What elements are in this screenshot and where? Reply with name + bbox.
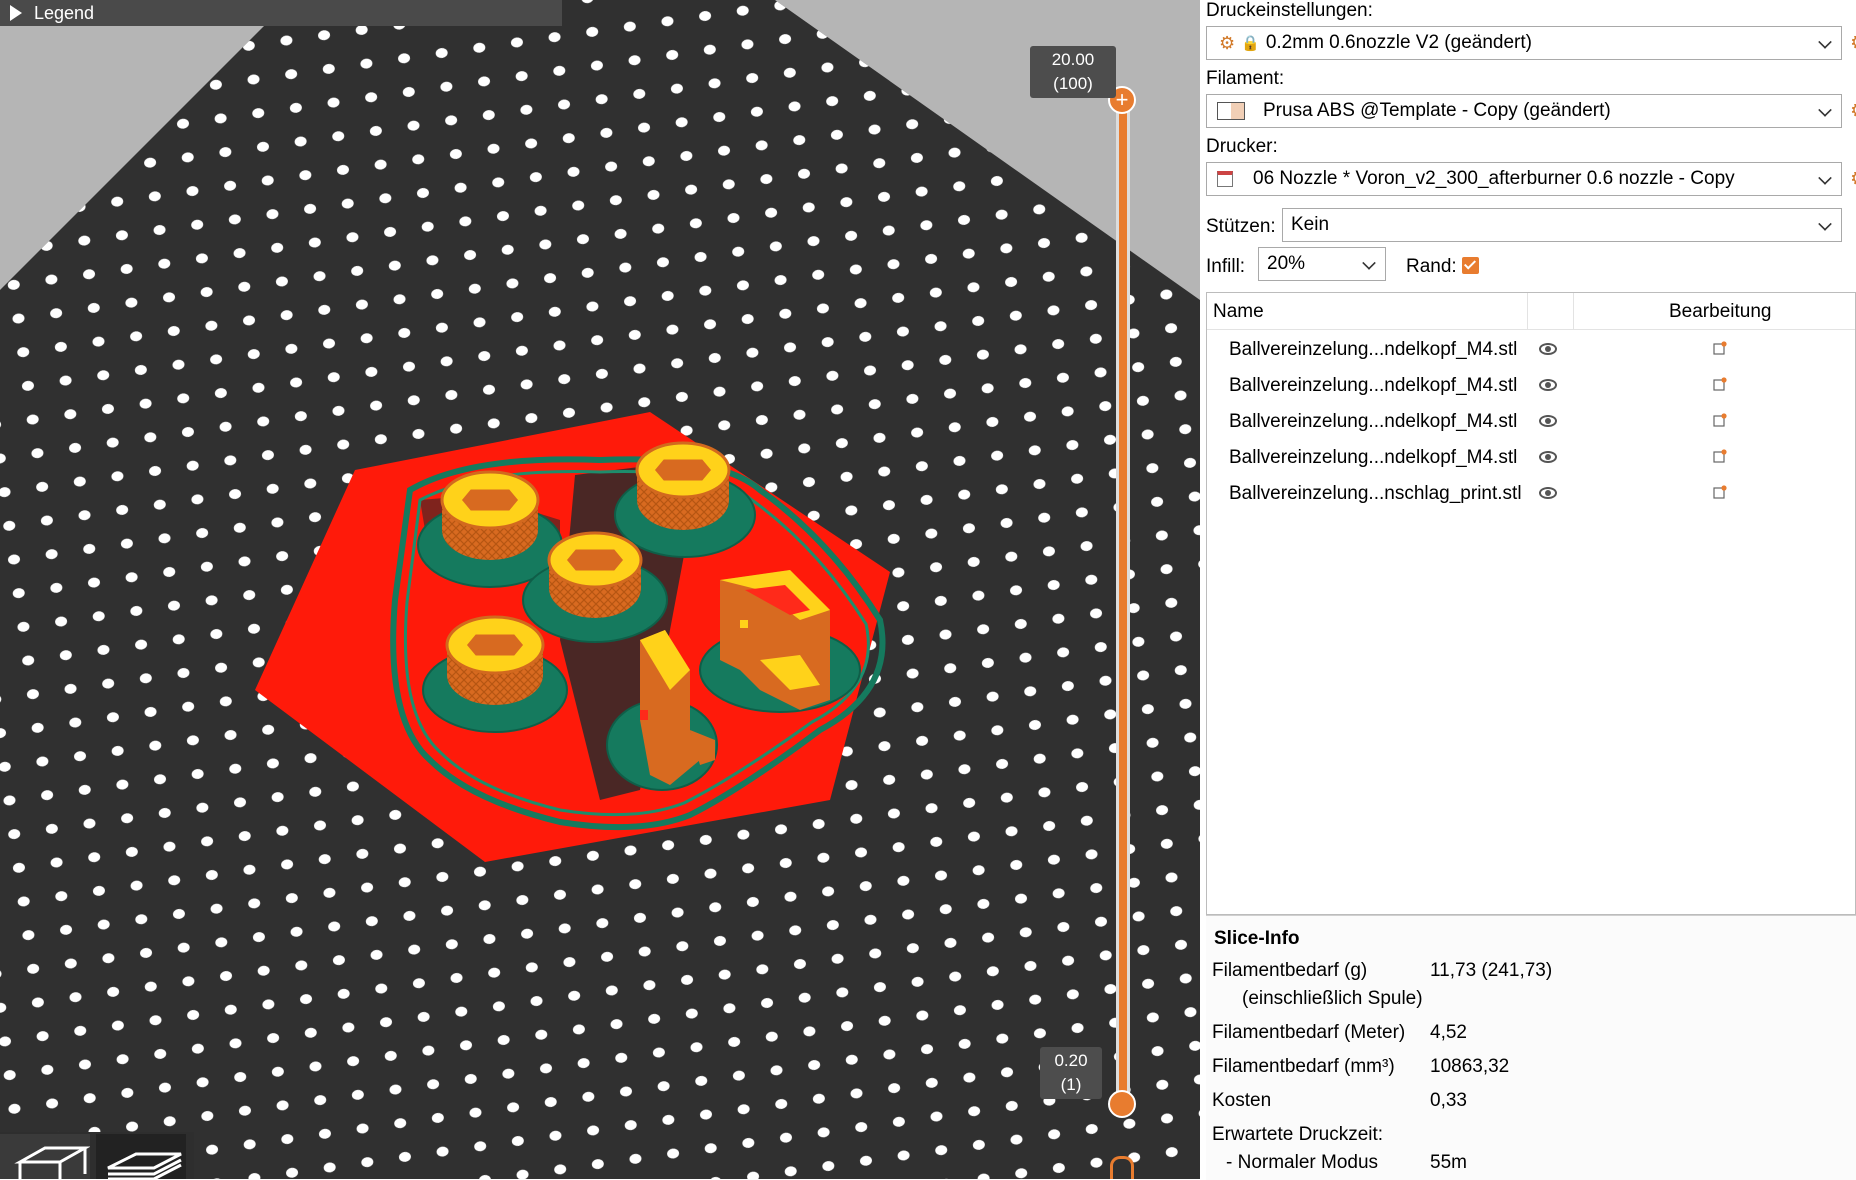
filament-label: Filament: xyxy=(1206,68,1285,89)
3d-preview-viewport[interactable]: Legend + 20.00 (100) 0.20 (1) xyxy=(0,0,1200,1179)
brim-checkbox[interactable] xyxy=(1462,257,1479,274)
column-divider xyxy=(1527,293,1528,329)
chevron-down-icon xyxy=(1818,171,1832,185)
legend-label: Legend xyxy=(34,2,95,23)
object-row[interactable]: Ballvereinzelung...nschlag_print.stl xyxy=(1207,475,1855,511)
object-row[interactable]: Ballvereinzelung...ndelkopf_M4.stl xyxy=(1207,331,1855,367)
eye-icon[interactable] xyxy=(1539,379,1557,391)
filament-combo[interactable]: Prusa ABS @Template - Copy (geändert) xyxy=(1206,94,1842,128)
printer-gear-icon[interactable]: ⚙ xyxy=(1850,172,1856,186)
object-list-header: Name Bearbeitung xyxy=(1207,293,1855,330)
object-list: Name Bearbeitung Ballvereinzelung...ndel… xyxy=(1206,292,1856,915)
eye-icon[interactable] xyxy=(1539,487,1557,499)
supports-combo[interactable]: Kein xyxy=(1282,208,1842,242)
checkmark-icon xyxy=(1463,257,1477,270)
filament-g-sub-label: (einschließlich Spule) xyxy=(1242,988,1423,1009)
object-row[interactable]: Ballvereinzelung...ndelkopf_M4.stl xyxy=(1207,439,1855,475)
object-row[interactable]: Ballvereinzelung...ndelkopf_M4.stl xyxy=(1207,403,1855,439)
filament-gear-icon[interactable]: ⚙ xyxy=(1850,104,1856,118)
chevron-down-icon xyxy=(1818,217,1832,231)
layers-icon xyxy=(107,1152,182,1179)
infill-combo[interactable]: 20% xyxy=(1258,247,1386,281)
printer-label: Drucker: xyxy=(1206,136,1278,157)
supports-label: Stützen: xyxy=(1206,216,1276,237)
object-name: Ballvereinzelung...nschlag_print.stl xyxy=(1229,483,1522,504)
eye-icon[interactable] xyxy=(1539,451,1557,463)
print-settings-combo[interactable]: ⚙ 🔒 0.2mm 0.6nozzle V2 (geändert) xyxy=(1206,26,1842,60)
slider-lock-icon[interactable] xyxy=(1110,1156,1134,1179)
cube-view-icon xyxy=(14,1146,91,1179)
knurled-nut-3 xyxy=(547,531,643,618)
print-bed-scene xyxy=(0,0,1200,1179)
expand-triangle-icon xyxy=(10,5,22,21)
print-settings-label: Druckeinstellungen: xyxy=(1206,0,1373,21)
3d-view-button[interactable] xyxy=(0,1134,91,1179)
chevron-down-icon xyxy=(1818,103,1832,117)
edit-settings-icon[interactable] xyxy=(1713,485,1727,499)
object-name: Ballvereinzelung...ndelkopf_M4.stl xyxy=(1229,447,1518,468)
filament-color-icon xyxy=(1217,102,1245,120)
object-name: Ballvereinzelung...ndelkopf_M4.stl xyxy=(1229,339,1518,360)
infill-label: Infill: xyxy=(1206,256,1246,277)
print-time-label: Erwartete Druckzeit: xyxy=(1212,1124,1384,1145)
lock-icon: 🔒 xyxy=(1241,35,1260,52)
eye-icon[interactable] xyxy=(1539,415,1557,427)
settings-gear-icon[interactable]: ⚙ xyxy=(1850,36,1856,50)
edit-settings-icon[interactable] xyxy=(1713,377,1727,391)
layer-bottom-label: 0.20 (1) xyxy=(1040,1047,1102,1099)
cost-label: Kosten xyxy=(1212,1090,1272,1111)
object-name: Ballvereinzelung...ndelkopf_M4.stl xyxy=(1229,375,1518,396)
brim-label: Rand: xyxy=(1406,256,1457,277)
knurled-nut-1 xyxy=(440,470,540,560)
object-row[interactable]: Ballvereinzelung...ndelkopf_M4.stl xyxy=(1207,367,1855,403)
filament-mm3-label: Filamentbedarf (mm³) xyxy=(1212,1056,1395,1077)
layer-top-label: 20.00 (100) xyxy=(1030,46,1116,98)
column-divider xyxy=(1573,293,1574,329)
settings-panel: Druckeinstellungen: ⚙ 🔒 0.2mm 0.6nozzle … xyxy=(1200,0,1856,1180)
printer-icon xyxy=(1217,171,1233,187)
layer-slider-bottom-handle[interactable] xyxy=(1108,1090,1136,1118)
eye-icon[interactable] xyxy=(1539,343,1557,355)
slice-info-panel: Slice-Info Filamentbedarf (g) 11,73 (241… xyxy=(1206,915,1856,1180)
knurled-nut-4 xyxy=(445,615,545,705)
knurled-nut-2 xyxy=(635,441,731,530)
edit-settings-icon[interactable] xyxy=(1713,341,1727,355)
legend-toggle[interactable]: Legend xyxy=(0,0,562,26)
edit-settings-icon[interactable] xyxy=(1713,413,1727,427)
column-header-name[interactable]: Name xyxy=(1213,301,1264,323)
chevron-down-icon xyxy=(1362,256,1376,270)
cost-value: 0,33 xyxy=(1430,1090,1467,1111)
filament-g-value: 11,73 (241,73) xyxy=(1430,960,1553,981)
layer-slider-track[interactable] xyxy=(1116,100,1130,1105)
chevron-down-icon xyxy=(1818,35,1832,49)
gear-icon: ⚙ xyxy=(1219,32,1236,53)
object-name: Ballvereinzelung...ndelkopf_M4.stl xyxy=(1229,411,1518,432)
column-header-edit[interactable]: Bearbeitung xyxy=(1669,301,1771,323)
filament-g-label: Filamentbedarf (g) xyxy=(1212,960,1368,981)
printer-combo[interactable]: 06 Nozzle * Voron_v2_300_afterburner 0.6… xyxy=(1206,162,1842,196)
filament-m-value: 4,52 xyxy=(1430,1022,1467,1043)
view-type-switch xyxy=(0,1132,194,1179)
filament-m-label: Filamentbedarf (Meter) xyxy=(1212,1022,1406,1043)
slice-info-title: Slice-Info xyxy=(1214,928,1300,949)
filament-mm3-value: 10863,32 xyxy=(1430,1056,1510,1077)
edit-settings-icon[interactable] xyxy=(1713,449,1727,463)
preview-button[interactable] xyxy=(96,1134,186,1179)
normal-mode-label: - Normaler Modus xyxy=(1226,1152,1379,1173)
normal-mode-value: 55m xyxy=(1430,1152,1467,1173)
